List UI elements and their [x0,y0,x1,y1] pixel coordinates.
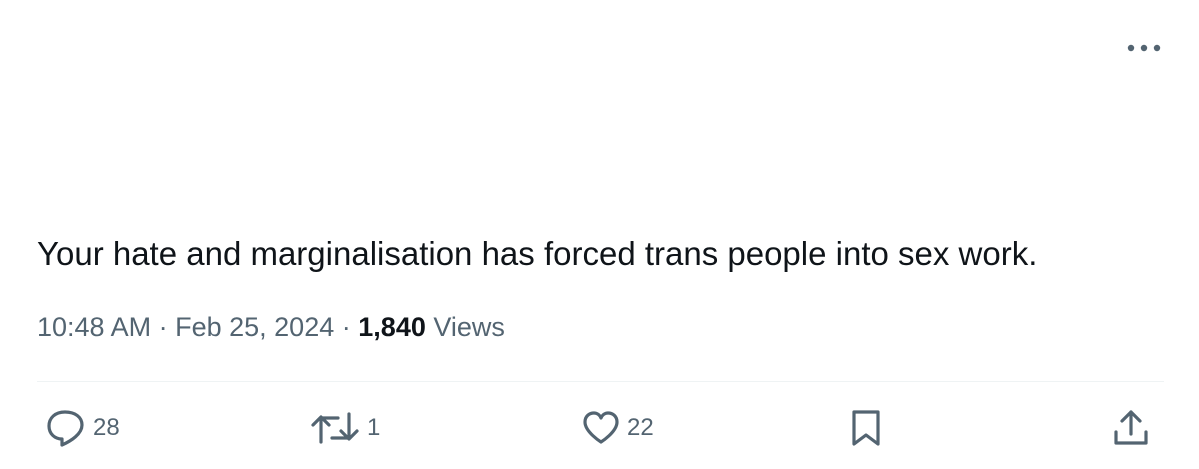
views-count: 1,840 [358,312,426,342]
retweet-count: 1 [367,414,381,441]
reply-button[interactable]: 28 [45,404,120,452]
views-label: Views [433,312,505,342]
like-button[interactable]: 22 [581,404,654,452]
retweet-icon [311,412,359,444]
heart-icon [583,411,619,444]
like-count: 22 [627,414,654,441]
tweet-date[interactable]: Feb 25, 2024 [175,312,334,342]
reply-icon [47,410,84,447]
meta-separator: · [341,312,351,342]
share-button[interactable] [1112,404,1150,452]
more-horizontal-icon [1127,44,1161,52]
bookmark-button[interactable] [849,404,883,452]
more-options-button[interactable] [1124,33,1164,63]
tweet-meta: 10:48 AM · Feb 25, 2024 · 1,840 Views [37,308,505,346]
tweet-time[interactable]: 10:48 AM [37,312,151,342]
share-icon [1114,410,1148,445]
reply-count: 28 [93,414,120,441]
retweet-button[interactable]: 1 [309,404,380,452]
divider [37,381,1164,382]
tweet-text: Your hate and marginalisation has forced… [37,235,1038,272]
bookmark-icon [852,410,880,446]
meta-separator: · [158,312,168,342]
